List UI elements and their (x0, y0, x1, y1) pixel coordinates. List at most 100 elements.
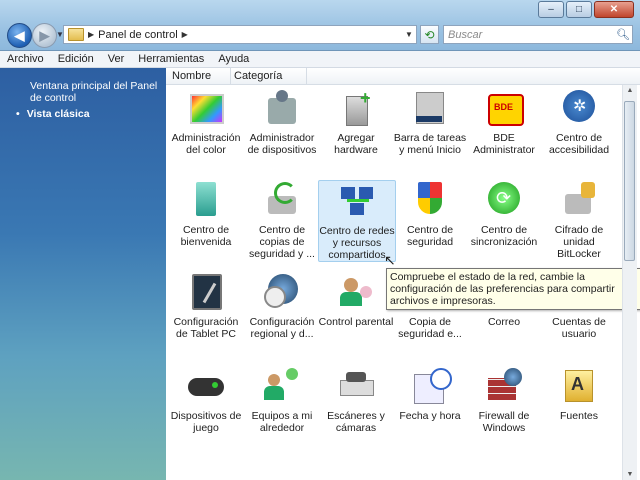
search-box[interactable]: Buscar 🔍︎ (443, 25, 633, 44)
control-panel-item[interactable]: + Agregar hardware (318, 88, 394, 156)
title-bar: – □ ✕ ◀ ▶ ▼ ▶ Panel de control ▶ ▼ ⟲ Bus… (0, 0, 640, 51)
item-label: Centro de copias de seguridad y ... (249, 224, 315, 260)
item-label: Cifrado de unidad BitLocker (554, 224, 604, 260)
people-near-me-icon (262, 366, 302, 406)
column-category[interactable]: Categoría (234, 70, 282, 82)
column-name[interactable]: Nombre (172, 70, 211, 82)
scroll-up-arrow[interactable]: ▲ (623, 87, 637, 94)
item-label: Administración del color (171, 132, 241, 156)
control-panel-home-link[interactable]: Ventana principal del Panel de control (30, 80, 160, 104)
classic-view-link[interactable]: Vista clásica (16, 108, 90, 120)
chevron-right-icon[interactable]: ▶ (182, 30, 188, 39)
menu-herramientas[interactable]: Herramientas (131, 53, 211, 65)
control-panel-item[interactable]: ✲ Centro de accesibilidad (541, 88, 617, 156)
address-dropdown-icon[interactable]: ▼ (402, 30, 416, 39)
control-panel-item[interactable]: Cifrado de unidad BitLocker (541, 180, 617, 260)
control-panel-item[interactable]: Firewall de Windows (466, 366, 542, 434)
column-divider[interactable] (306, 68, 307, 84)
taskbar-start-menu-icon (410, 88, 450, 128)
chevron-right-icon[interactable]: ▶ (88, 30, 94, 39)
date-time-icon (410, 366, 452, 406)
item-label: Administrador de dispositivos (247, 132, 317, 156)
left-task-pane: Ventana principal del Panel de control V… (0, 68, 166, 480)
item-label: Dispositivos de juego (170, 410, 242, 434)
control-panel-item[interactable]: Configuración de Tablet PC (168, 272, 244, 340)
back-button[interactable]: ◀ (7, 23, 32, 48)
control-panel-item[interactable]: A Fuentes (541, 366, 617, 422)
search-input[interactable]: Buscar (444, 29, 616, 41)
scanner-camera-icon (336, 366, 376, 406)
menu-ver[interactable]: Ver (101, 53, 132, 65)
forward-button[interactable]: ▶ (32, 23, 57, 48)
control-panel-item[interactable]: Dispositivos de juego (168, 366, 244, 434)
network-sharing-icon (337, 181, 377, 221)
close-button[interactable]: ✕ (594, 1, 634, 18)
add-hardware-icon: + (336, 88, 376, 128)
item-label: Centro de seguridad (406, 224, 454, 248)
item-label: Escáneres y cámaras (327, 410, 385, 434)
control-panel-item[interactable]: Configuración regional y d... (244, 272, 320, 340)
item-label: Firewall de Windows (478, 410, 530, 434)
item-label: Equipos a mi alrededor (251, 410, 313, 434)
menu-edicion[interactable]: Edición (51, 53, 101, 65)
tablet-pc-icon (186, 272, 226, 312)
breadcrumb-control-panel[interactable]: Panel de control (98, 29, 178, 41)
control-panel-item[interactable]: Centro de bienvenida (168, 180, 244, 248)
control-panel-item[interactable]: Administración del color (168, 88, 244, 156)
scrollbar-thumb[interactable] (624, 101, 635, 261)
search-icon[interactable]: 🔍︎ (616, 28, 632, 41)
control-panel-item[interactable]: Escáneres y cámaras (318, 366, 394, 434)
parental-control-icon (336, 272, 376, 312)
item-label: Fuentes (560, 410, 598, 422)
refresh-icon: ⟲ (424, 27, 435, 42)
control-panel-item[interactable]: BDE BDE Administrator (466, 88, 542, 156)
column-divider[interactable] (230, 68, 231, 84)
item-label: Configuración de Tablet PC (173, 316, 239, 340)
maximize-button[interactable]: □ (566, 1, 592, 18)
item-label: Fecha y hora (399, 410, 461, 422)
refresh-button[interactable]: ⟲ (420, 25, 439, 44)
minimize-button[interactable]: – (538, 1, 564, 18)
arrow-left-icon: ◀ (14, 27, 25, 43)
window-controls: – □ ✕ (536, 1, 634, 18)
item-label: Barra de tareas y menú Inicio (393, 132, 467, 156)
firewall-icon (484, 366, 524, 406)
item-label: Centro de sincronización (470, 224, 538, 248)
control-panel-icon (68, 28, 84, 41)
item-label: Control parental (318, 316, 394, 328)
control-panel-item[interactable]: Centro de redes y recursos compartidos (318, 180, 396, 262)
backup-center-icon (262, 180, 302, 220)
column-header-bar: Nombre Categoría (166, 68, 640, 85)
control-panel-item[interactable]: ⟳ Centro de sincronización (466, 180, 542, 248)
game-controller-icon (186, 366, 226, 406)
item-label: Correo (487, 316, 521, 328)
item-label: Configuración regional y d... (249, 316, 315, 340)
control-panel-item[interactable]: Fecha y hora (392, 366, 468, 422)
menu-bar: Archivo Edición Ver Herramientas Ayuda (0, 51, 640, 68)
control-panel-item[interactable]: Control parental (318, 272, 394, 328)
control-panel-item[interactable]: Administrador de dispositivos (244, 88, 320, 156)
item-label: Centro de accesibilidad (548, 132, 610, 156)
bitlocker-icon (559, 180, 599, 220)
control-panel-item[interactable]: Centro de copias de seguridad y ... (244, 180, 320, 260)
accessibility-icon: ✲ (559, 88, 599, 128)
fonts-icon: A (559, 366, 599, 406)
control-panel-item[interactable]: Equipos a mi alrededor (244, 366, 320, 434)
device-manager-icon (262, 88, 302, 128)
vertical-scrollbar[interactable]: ▲ ▼ (622, 85, 637, 480)
security-center-icon (410, 180, 450, 220)
scroll-down-arrow[interactable]: ▼ (623, 471, 637, 478)
menu-archivo[interactable]: Archivo (0, 53, 51, 65)
control-panel-item[interactable]: Barra de tareas y menú Inicio (392, 88, 468, 156)
welcome-center-icon (186, 180, 226, 220)
control-panel-item[interactable]: Centro de seguridad (392, 180, 468, 248)
item-label: BDE Administrator (473, 132, 535, 156)
regional-settings-icon (262, 272, 302, 312)
item-label: Cuentas de usuario (552, 316, 606, 340)
item-label: Copia de seguridad e... (398, 316, 462, 340)
item-label: Agregar hardware (334, 132, 378, 156)
arrow-right-icon: ▶ (39, 27, 50, 43)
mouse-cursor-icon: ↖ (384, 252, 396, 268)
address-bar[interactable]: ▶ Panel de control ▶ ▼ (63, 25, 417, 44)
menu-ayuda[interactable]: Ayuda (211, 53, 256, 65)
